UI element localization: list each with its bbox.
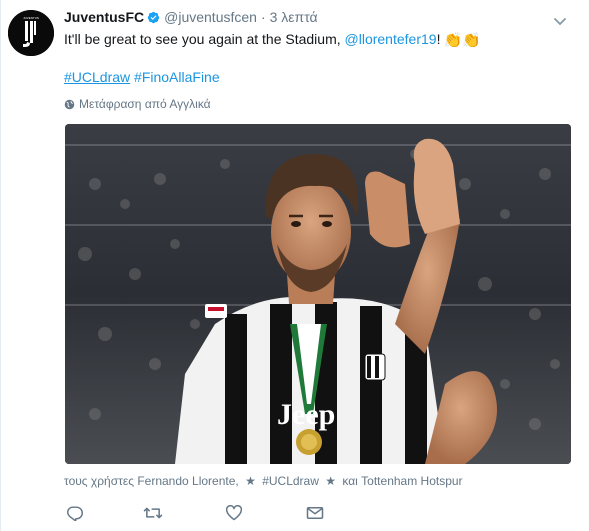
tagged-and: και (342, 474, 358, 488)
tagged-prefix[interactable]: τους χρήστες Fernando Llorente, (64, 474, 239, 488)
tweet-timestamp[interactable]: 3 λεπτά (270, 9, 318, 25)
heart-icon (225, 505, 243, 521)
author-name[interactable]: JuventusFC (64, 9, 144, 25)
tweet-card: JUVENTUS JuventusFC @juventusfcen · 3 λε… (0, 0, 589, 531)
star-icon: ★ (245, 474, 256, 488)
tweet-header: JuventusFC @juventusfcen · 3 λεπτά (64, 9, 318, 25)
svg-text:JUVENTUS: JUVENTUS (23, 16, 39, 20)
reply-button[interactable] (64, 503, 86, 523)
translate-label: Μετάφραση από Αγγλικά (79, 97, 211, 111)
star-icon: ★ (325, 474, 337, 488)
tweet-actions (64, 503, 326, 523)
verified-badge-icon (147, 11, 160, 24)
retweet-icon (143, 507, 163, 519)
reply-icon (67, 506, 83, 521)
chevron-down-icon[interactable] (553, 14, 567, 26)
author-handle[interactable]: @juventusfcen (164, 9, 257, 25)
tagged-last[interactable]: Tottenham Hotspur (361, 474, 462, 488)
globe-icon (64, 99, 75, 109)
tagged-hashtag[interactable]: #UCLdraw (262, 474, 319, 488)
retweet-button[interactable] (142, 503, 164, 523)
tweet-text: It'll be great to see you again at the S… (64, 30, 481, 50)
mention-link[interactable]: @llorentefer19 (345, 31, 437, 47)
tweet-photo[interactable]: Jeep (65, 124, 571, 464)
hashtag-link[interactable]: #FinoAllaFine (134, 69, 220, 85)
tweet-text-punct: ! (436, 31, 441, 47)
translate-button[interactable]: Μετάφραση από Αγγλικά (64, 97, 211, 111)
clapping-hands-emoji: 👏👏 (443, 32, 481, 49)
jersey-sponsor-text: Jeep (277, 398, 335, 431)
hashtag-line: #UCLdraw #FinoAllaFine (64, 69, 220, 85)
hashtag-link[interactable]: #UCLdraw (64, 69, 130, 85)
juventus-logo-icon[interactable]: JUVENTUS (8, 10, 54, 56)
like-button[interactable] (223, 503, 245, 523)
envelope-icon (306, 507, 324, 519)
separator-dot: · (260, 9, 266, 25)
direct-message-button[interactable] (304, 503, 326, 523)
tagged-users: τους χρήστες Fernando Llorente, ★ #UCLdr… (64, 474, 463, 488)
tweet-text-body: It'll be great to see you again at the S… (64, 31, 345, 47)
